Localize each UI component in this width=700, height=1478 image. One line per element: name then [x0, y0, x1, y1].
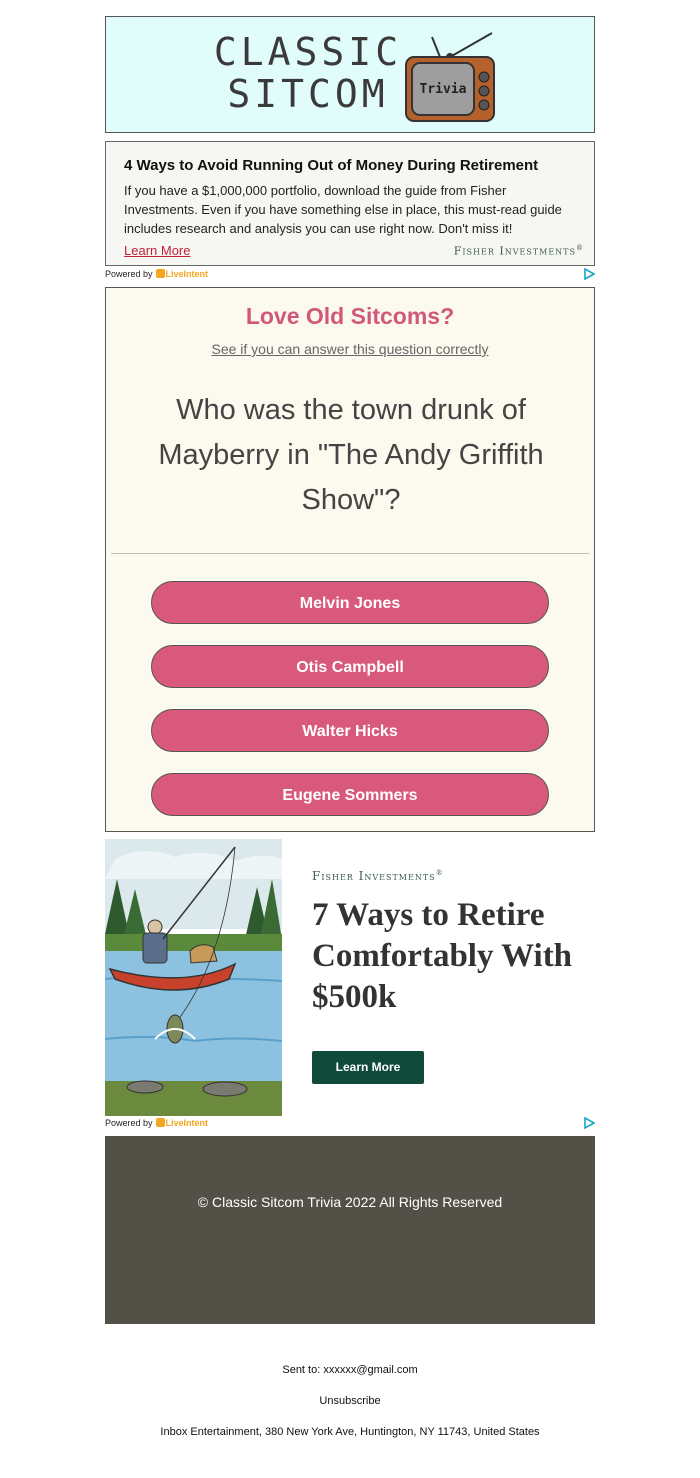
- ad-body: If you have a $1,000,000 portfolio, down…: [124, 183, 562, 236]
- sent-to-label: Sent to:: [282, 1364, 321, 1376]
- sponsored-ad-retirement[interactable]: 4 Ways to Avoid Running Out of Money Dur…: [105, 141, 595, 266]
- company-address: Inbox Entertainment, 380 New York Ave, H…: [160, 1426, 540, 1438]
- quiz-question: Who was the town drunk of Mayberry in "T…: [158, 394, 544, 516]
- fisher-investments-logo: Fisher Investments®: [453, 244, 584, 258]
- site-logo-text: CLASSIC SITCOM: [208, 31, 408, 115]
- fisher-investments-logo: Fisher Investments®: [312, 869, 444, 883]
- liveintent-icon: [155, 1118, 165, 1127]
- logo-line-2: SITCOM: [227, 72, 389, 116]
- trivia-quiz-card: Love Old Sitcoms? See if you can answer …: [105, 287, 595, 832]
- copyright-text: © Classic Sitcom Trivia 2022 All Rights …: [197, 1194, 503, 1210]
- fishing-illustration-image[interactable]: [105, 839, 282, 1116]
- answer-button-4[interactable]: Eugene Sommers: [151, 773, 549, 816]
- sent-to-email: xxxxxx@gmail.com: [323, 1364, 418, 1376]
- liveintent-icon: [155, 269, 165, 278]
- answer-button-1[interactable]: Melvin Jones: [151, 581, 549, 624]
- logo-line-1: CLASSIC: [213, 30, 403, 74]
- divider: [111, 553, 589, 554]
- header-banner: CLASSIC SITCOM Trivia: [105, 16, 595, 133]
- footer-banner: © Classic Sitcom Trivia 2022 All Rights …: [105, 1136, 595, 1324]
- quiz-title: Love Old Sitcoms?: [245, 303, 455, 329]
- tv-label: Trivia: [420, 82, 467, 97]
- answer-button-2[interactable]: Otis Campbell: [151, 645, 549, 688]
- powered-by-bar: Powered by LiveIntent: [105, 268, 595, 282]
- answer-button-3[interactable]: Walter Hicks: [151, 709, 549, 752]
- unsubscribe-link[interactable]: Unsubscribe: [0, 1395, 700, 1407]
- powered-by-bar: Powered by LiveIntent: [105, 1117, 595, 1131]
- powered-by-label: Powered by LiveIntent: [105, 269, 209, 279]
- retro-tv-icon: Trivia: [405, 32, 495, 122]
- powered-by-label: Powered by LiveIntent: [105, 1118, 209, 1128]
- ad-learn-more-button[interactable]: Learn More: [312, 1051, 424, 1084]
- ad-headline[interactable]: 7 Ways to Retire Comfortably With $500k: [312, 895, 582, 1018]
- adchoices-icon[interactable]: [583, 1117, 595, 1129]
- adchoices-icon[interactable]: [583, 268, 595, 280]
- quiz-subtitle-link[interactable]: See if you can answer this question corr…: [106, 341, 594, 357]
- ad-title[interactable]: 4 Ways to Avoid Running Out of Money Dur…: [124, 157, 538, 174]
- sent-to-line: Sent to: xxxxxx@gmail.com: [0, 1364, 700, 1376]
- sponsored-ad-fisher[interactable]: Fisher Investments® 7 Ways to Retire Com…: [105, 839, 595, 1116]
- ad-learn-more-link[interactable]: Learn More: [124, 243, 190, 258]
